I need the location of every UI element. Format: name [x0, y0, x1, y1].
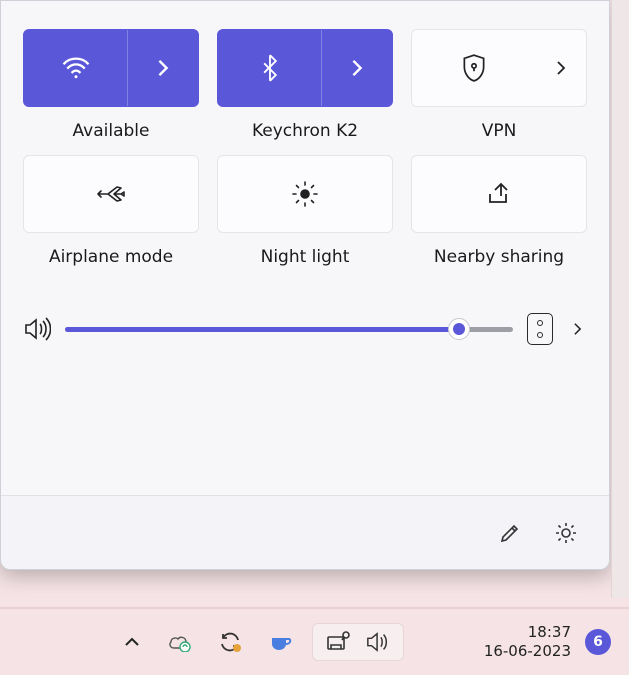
cup-icon [268, 632, 292, 652]
tile-nearby[interactable] [411, 155, 587, 233]
ethernet-icon [325, 630, 351, 654]
tile-wifi-block: Available [23, 29, 199, 141]
edit-button[interactable] [495, 518, 525, 548]
chevron-right-icon [573, 322, 582, 336]
tile-vpn-toggle[interactable] [412, 30, 536, 106]
cloud-sync-icon [166, 632, 192, 652]
clock-time: 18:37 [484, 623, 571, 642]
tiles-grid: Available Keychron K2 [1, 1, 609, 277]
tile-bluetooth-expand[interactable] [322, 30, 392, 106]
chevron-up-icon [124, 636, 140, 648]
tile-wifi-expand[interactable] [128, 30, 198, 106]
share-icon [484, 180, 514, 208]
shield-lock-icon [461, 53, 487, 83]
brightness-icon [290, 179, 320, 209]
tile-nightlight-block: Night light [217, 155, 393, 267]
tile-wifi[interactable] [23, 29, 199, 107]
window-scrollbar[interactable] [611, 0, 629, 598]
taskbar-clock-area[interactable]: 18:37 16-06-2023 6 [484, 623, 611, 661]
volume-row [1, 277, 609, 375]
tile-vpn-block: VPN [411, 29, 587, 141]
settings-button[interactable] [551, 518, 581, 548]
sync-icon [218, 630, 242, 654]
tile-nightlight[interactable] [217, 155, 393, 233]
chevron-right-icon [556, 60, 566, 76]
tile-bluetooth-label: Keychron K2 [252, 121, 358, 141]
taskbar: 18:37 16-06-2023 6 [0, 607, 629, 675]
slider-thumb[interactable] [448, 318, 470, 340]
tile-nightlight-label: Night light [261, 247, 350, 267]
tile-vpn[interactable] [411, 29, 587, 107]
volume-expand[interactable] [567, 322, 587, 336]
tile-wifi-label: Available [73, 121, 150, 141]
tile-wifi-toggle[interactable] [24, 30, 128, 106]
chevron-right-icon [351, 58, 363, 78]
pencil-icon [498, 521, 522, 545]
tile-nearby-block: Nearby sharing [411, 155, 587, 267]
slider-track [65, 327, 513, 332]
clock-text: 18:37 16-06-2023 [484, 623, 571, 661]
audio-output-button[interactable] [527, 313, 553, 345]
quick-settings-panel: Available Keychron K2 [0, 0, 610, 570]
chevron-right-icon [157, 58, 169, 78]
tile-vpn-label: VPN [482, 121, 517, 141]
tile-airplane-label: Airplane mode [49, 247, 173, 267]
tray-icons [124, 630, 292, 654]
tile-airplane-block: Airplane mode [23, 155, 199, 267]
tile-bluetooth-toggle[interactable] [218, 30, 322, 106]
tray-overflow-chevron[interactable] [124, 636, 140, 648]
tile-airplane[interactable] [23, 155, 199, 233]
app-tray-icon[interactable] [268, 632, 292, 652]
volume-slider[interactable] [65, 317, 513, 341]
wifi-icon [61, 55, 91, 81]
speaker-icon [365, 630, 391, 654]
network-volume-tray[interactable] [312, 623, 404, 661]
tile-nearby-label: Nearby sharing [434, 247, 564, 267]
tile-vpn-expand[interactable] [536, 30, 586, 106]
notification-badge[interactable]: 6 [585, 629, 611, 655]
volume-icon [23, 316, 51, 342]
bluetooth-icon [261, 54, 279, 82]
notification-count: 6 [593, 634, 603, 650]
clock-date: 16-06-2023 [484, 642, 571, 661]
tile-bluetooth[interactable] [217, 29, 393, 107]
tile-bluetooth-block: Keychron K2 [217, 29, 393, 141]
panel-footer [1, 495, 609, 569]
gear-icon [553, 520, 579, 546]
onedrive-tray-icon[interactable] [166, 632, 192, 652]
slider-fill [65, 327, 459, 332]
update-tray-icon[interactable] [218, 630, 242, 654]
airplane-icon [95, 180, 127, 208]
